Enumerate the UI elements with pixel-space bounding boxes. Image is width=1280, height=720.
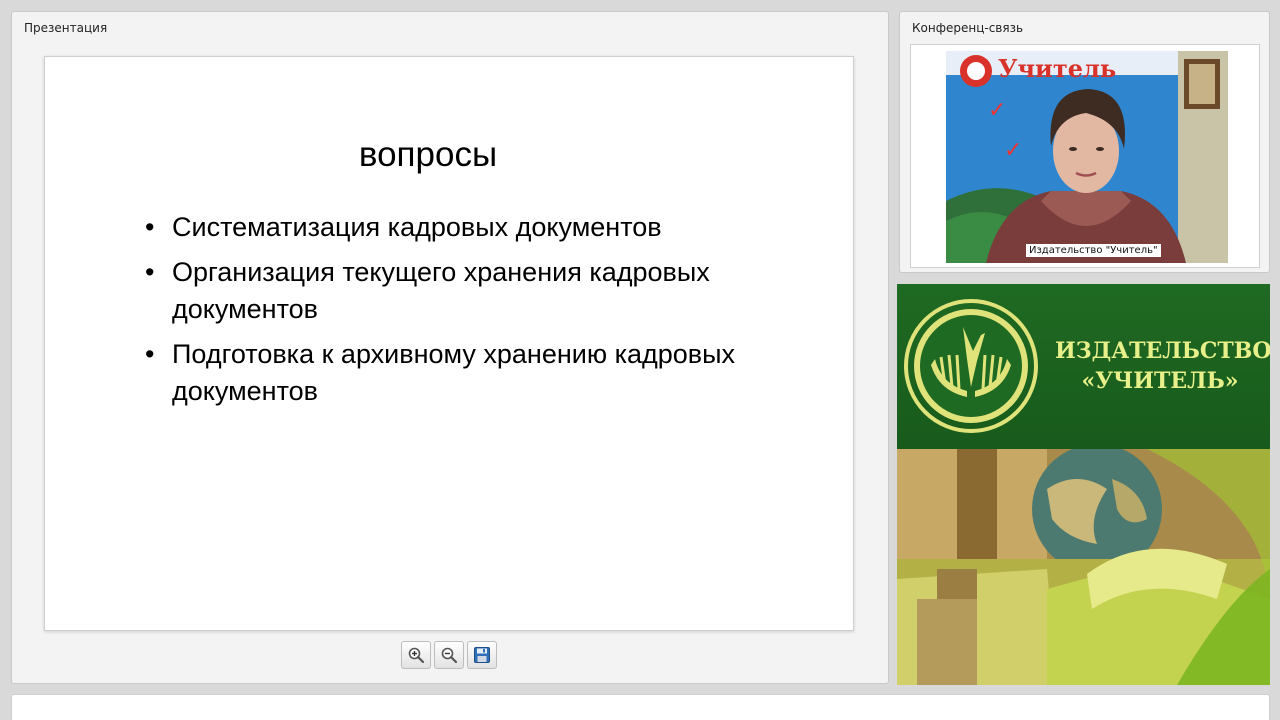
svg-text:✓: ✓ [1004,138,1022,163]
zoom-in-icon [408,647,425,664]
zoom-out-button[interactable] [434,641,464,669]
conference-panel: Конференц-связь Учитель ✓ ✓ Издательство… [899,11,1270,273]
speaker-video-image: Учитель ✓ ✓ [946,51,1228,263]
zoom-in-button[interactable] [401,641,431,669]
slide-bullet: Подготовка к архивному хранению кадровых… [145,336,785,410]
publisher-name-line1: ИЗДАТЕЛЬСТВО [1055,338,1270,364]
slide-bullet: Систематизация кадровых документов [145,209,785,246]
presentation-panel-title: Презентация [24,21,108,35]
bottom-panel [11,694,1270,720]
publisher-name: ИЗДАТЕЛЬСТВО «УЧИТЕЛЬ» [1055,336,1270,396]
slide-title: вопросы [358,135,498,174]
slide-bullet: Организация текущего хранения кадровых д… [145,254,785,328]
presentation-toolbar [401,641,497,669]
webcam-video[interactable]: Учитель ✓ ✓ Издательство "Учитель" [946,51,1228,263]
save-button[interactable] [467,641,497,669]
books-and-globe-image [897,444,1270,685]
video-caption: Издательство "Учитель" [1026,244,1161,257]
brand-banner: ИЗДАТЕЛЬСТВО «УЧИТЕЛЬ» [897,284,1270,685]
brand-banner-header: ИЗДАТЕЛЬСТВО «УЧИТЕЛЬ» [897,284,1270,449]
floppy-disk-icon [474,647,490,663]
backdrop-text: Учитель [998,54,1116,83]
publisher-logo-icon [904,299,1038,433]
video-frame: Учитель ✓ ✓ Издательство "Учитель" [910,44,1260,268]
brand-banner-image [897,444,1270,685]
conference-panel-title: Конференц-связь [912,21,1024,35]
slide: вопросы Систематизация кадровых документ… [44,56,854,631]
zoom-out-icon [441,647,458,664]
slide-bullet-list: Систематизация кадровых документов Орган… [145,209,785,418]
publisher-name-line2: «УЧИТЕЛЬ» [1081,368,1239,394]
svg-text:✓: ✓ [988,98,1006,123]
presentation-panel: Презентация вопросы Систематизация кадро… [11,11,889,684]
